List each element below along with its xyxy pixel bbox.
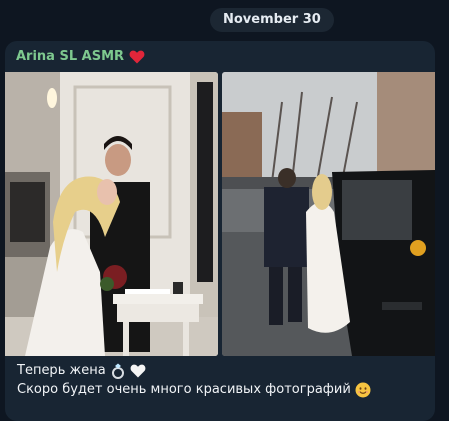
white-heart-icon — [130, 364, 146, 377]
street-walk-photo[interactable] — [222, 72, 435, 356]
message-caption: Теперь жена Скоро будет очень много крас… — [17, 361, 371, 399]
message-sender[interactable]: Arina SL ASMR — [16, 49, 145, 64]
caption-line-2: Скоро будет очень много красивых фотогра… — [17, 382, 351, 397]
red-heart-icon — [129, 50, 145, 63]
ring-icon — [111, 363, 124, 379]
message-bubble[interactable]: Arina SL ASMR Теперь жена Скоро будет оч… — [5, 41, 435, 421]
caption-line-1: Теперь жена — [17, 363, 106, 378]
sender-name: Arina SL ASMR — [16, 49, 125, 64]
wedding-signing-photo[interactable] — [5, 72, 218, 356]
smile-emoji-icon — [355, 382, 371, 397]
date-separator: November 30 — [210, 8, 334, 32]
